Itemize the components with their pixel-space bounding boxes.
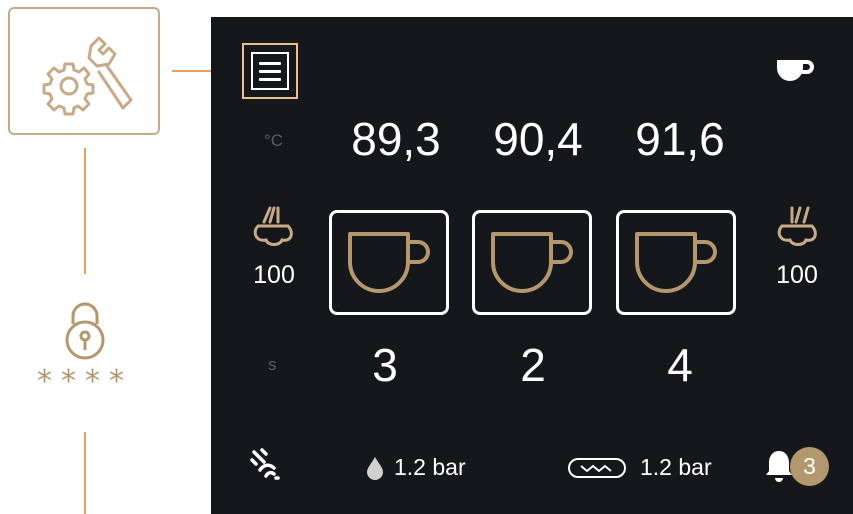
cup-icon <box>635 231 717 293</box>
group-2-temperature: 90,4 <box>493 113 583 165</box>
settings-tools-button[interactable] <box>8 7 160 135</box>
notification-badge[interactable]: 3 <box>790 447 829 486</box>
group-3-temperature: 91,6 <box>635 113 725 165</box>
pump-icon <box>568 458 626 478</box>
pump-pressure-value: 1.2 bar <box>640 454 712 480</box>
group-2-count: 2 <box>520 339 546 391</box>
wifi-icon[interactable] <box>250 448 284 480</box>
menu-button[interactable] <box>242 43 298 99</box>
steam-right-value: 100 <box>776 261 818 289</box>
group-1-temperature: 89,3 <box>351 113 441 165</box>
pin-mask: **** <box>37 364 133 399</box>
time-unit-label: s <box>268 355 277 374</box>
connector-line <box>84 148 86 274</box>
group-2-brew-button[interactable] <box>472 210 592 315</box>
cup-icon <box>491 231 573 293</box>
group-3-count: 4 <box>667 339 693 391</box>
group-1-brew-button[interactable] <box>329 210 449 315</box>
water-drop-icon <box>367 457 383 480</box>
menu-icon <box>251 52 289 90</box>
group-3-brew-button[interactable] <box>616 210 736 315</box>
connector-line <box>84 432 86 514</box>
cup-icon[interactable] <box>775 56 815 86</box>
steam-wand-icon[interactable] <box>774 204 820 250</box>
group-1-count: 3 <box>372 339 398 391</box>
cup-icon <box>348 231 430 293</box>
steam-left-value: 100 <box>253 261 295 289</box>
water-pressure-value: 1.2 bar <box>394 454 466 480</box>
steam-wand-icon[interactable] <box>250 204 296 250</box>
lock-icon <box>65 302 105 360</box>
temp-unit-label: °C <box>264 131 284 150</box>
tools-gear-wrench-icon <box>42 36 133 116</box>
